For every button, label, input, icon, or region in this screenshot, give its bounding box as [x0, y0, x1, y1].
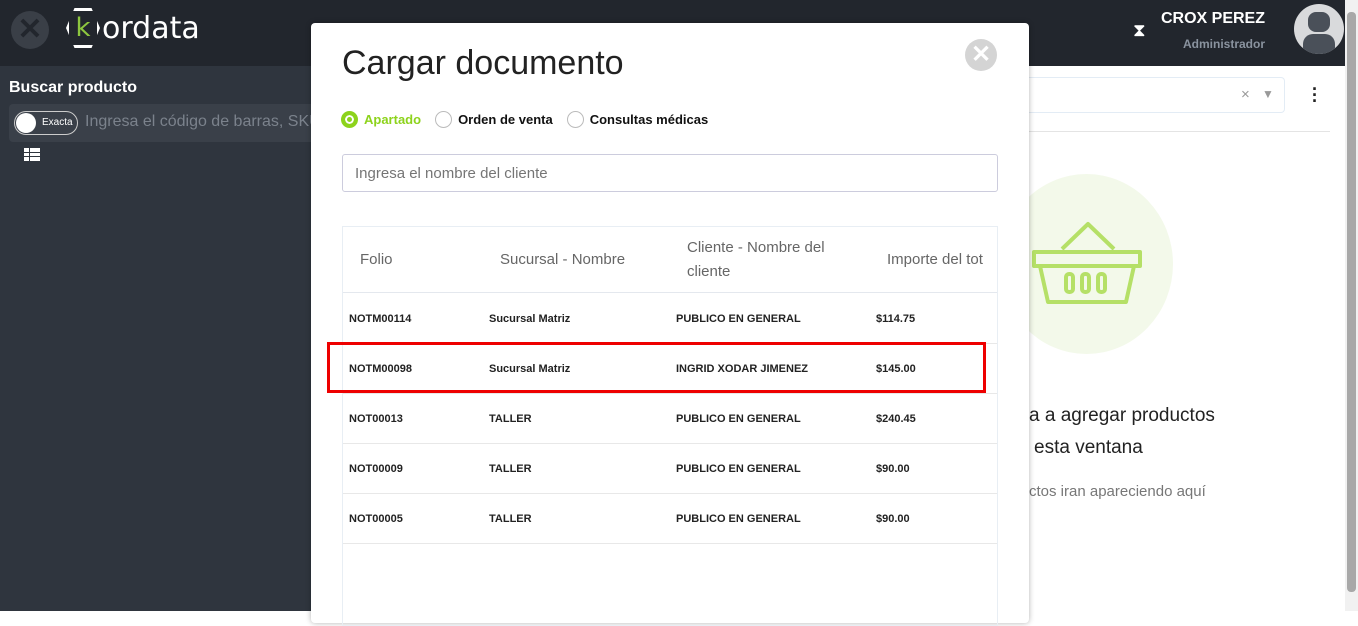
kordata-logo: k ordata — [66, 8, 200, 48]
table-cell: NOT00013 — [349, 413, 403, 425]
search-input[interactable]: Ingresa el código de barras, SKU — [85, 113, 311, 131]
table-cell: TALLER — [489, 463, 532, 475]
table-cell: PUBLICO EN GENERAL — [676, 463, 801, 475]
table-cell: TALLER — [489, 513, 532, 525]
modal-title: Cargar documento — [342, 44, 624, 82]
more-options-icon[interactable]: · · · — [1310, 80, 1320, 110]
left-panel: Buscar producto Exacta Ingresa el código… — [0, 66, 311, 611]
col-importe[interactable]: Importe del tot — [887, 227, 983, 293]
table-cell: $90.00 — [876, 463, 910, 475]
table-cell: $90.00 — [876, 513, 910, 525]
table-header: Folio Sucursal - Nombre Cliente - Nombre… — [343, 227, 997, 293]
user-role: Administrador — [1182, 37, 1265, 51]
documents-table: Folio Sucursal - Nombre Cliente - Nombre… — [342, 226, 998, 626]
empty-title-line1: a a agregar productos — [1029, 405, 1215, 426]
chevron-down-icon[interactable]: ▼ — [1262, 87, 1274, 101]
table-cell: NOT00009 — [349, 463, 403, 475]
close-icon[interactable]: ✕ — [11, 11, 49, 49]
user-name: CROX PEREZ — [1160, 10, 1265, 27]
empty-title-line2: esta ventana — [1034, 437, 1143, 458]
empty-subtitle: ctos iran apareciendo aquí — [1029, 483, 1206, 500]
avatar[interactable] — [1294, 4, 1344, 54]
table-cell: PUBLICO EN GENERAL — [676, 413, 801, 425]
divider — [1029, 131, 1330, 132]
table-cell: NOTM00114 — [349, 313, 412, 325]
table-cell: NOT00005 — [349, 513, 403, 525]
right-select[interactable]: × ▼ — [1029, 77, 1285, 113]
table-cell: PUBLICO EN GENERAL — [676, 513, 801, 525]
radio-apartado[interactable]: Apartado — [341, 111, 421, 128]
document-type-radios: Apartado Orden de venta Consultas médica… — [341, 111, 708, 128]
scrollbar[interactable] — [1345, 0, 1358, 611]
load-document-modal: Cargar documento ✕ Apartado Orden de ven… — [311, 23, 1029, 626]
table-row[interactable]: NOT00013 TALLER PUBLICO EN GENERAL $240.45 — [343, 394, 997, 444]
exact-toggle[interactable]: Exacta — [14, 111, 78, 135]
radio-orden-venta[interactable]: Orden de venta — [435, 111, 553, 128]
table-row[interactable]: NOT00005 TALLER PUBLICO EN GENERAL $90.00 — [343, 494, 997, 544]
table-cell: $240.45 — [876, 413, 916, 425]
col-sucursal[interactable]: Sucursal - Nombre — [500, 227, 625, 293]
radio-consultas[interactable]: Consultas médicas — [566, 111, 708, 128]
col-folio[interactable]: Folio — [360, 227, 393, 293]
client-name-input[interactable] — [342, 154, 998, 192]
table-cell: TALLER — [489, 413, 532, 425]
highlight-box — [327, 342, 986, 393]
table-cell: PUBLICO EN GENERAL — [676, 313, 801, 325]
table-row[interactable]: NOTM00114 Sucursal Matriz PUBLICO EN GENER… — [343, 294, 997, 344]
table-cell: Sucursal Matriz — [489, 313, 571, 325]
close-icon[interactable]: ✕ — [965, 39, 997, 71]
table-row[interactable]: NOT00009 TALLER PUBLICO EN GENERAL $90.00 — [343, 444, 997, 494]
hourglass-icon[interactable]: ⧗ — [1133, 20, 1146, 41]
clear-icon[interactable]: × — [1241, 86, 1250, 103]
col-cliente[interactable]: Cliente - Nombre del cliente — [687, 227, 857, 293]
list-view-icon[interactable] — [24, 148, 40, 161]
toggle-label: Exacta — [42, 117, 73, 128]
search-title: Buscar producto — [9, 79, 138, 96]
table-cell: $114.75 — [876, 313, 916, 325]
product-search[interactable]: Exacta Ingresa el código de barras, SKU — [9, 104, 311, 142]
